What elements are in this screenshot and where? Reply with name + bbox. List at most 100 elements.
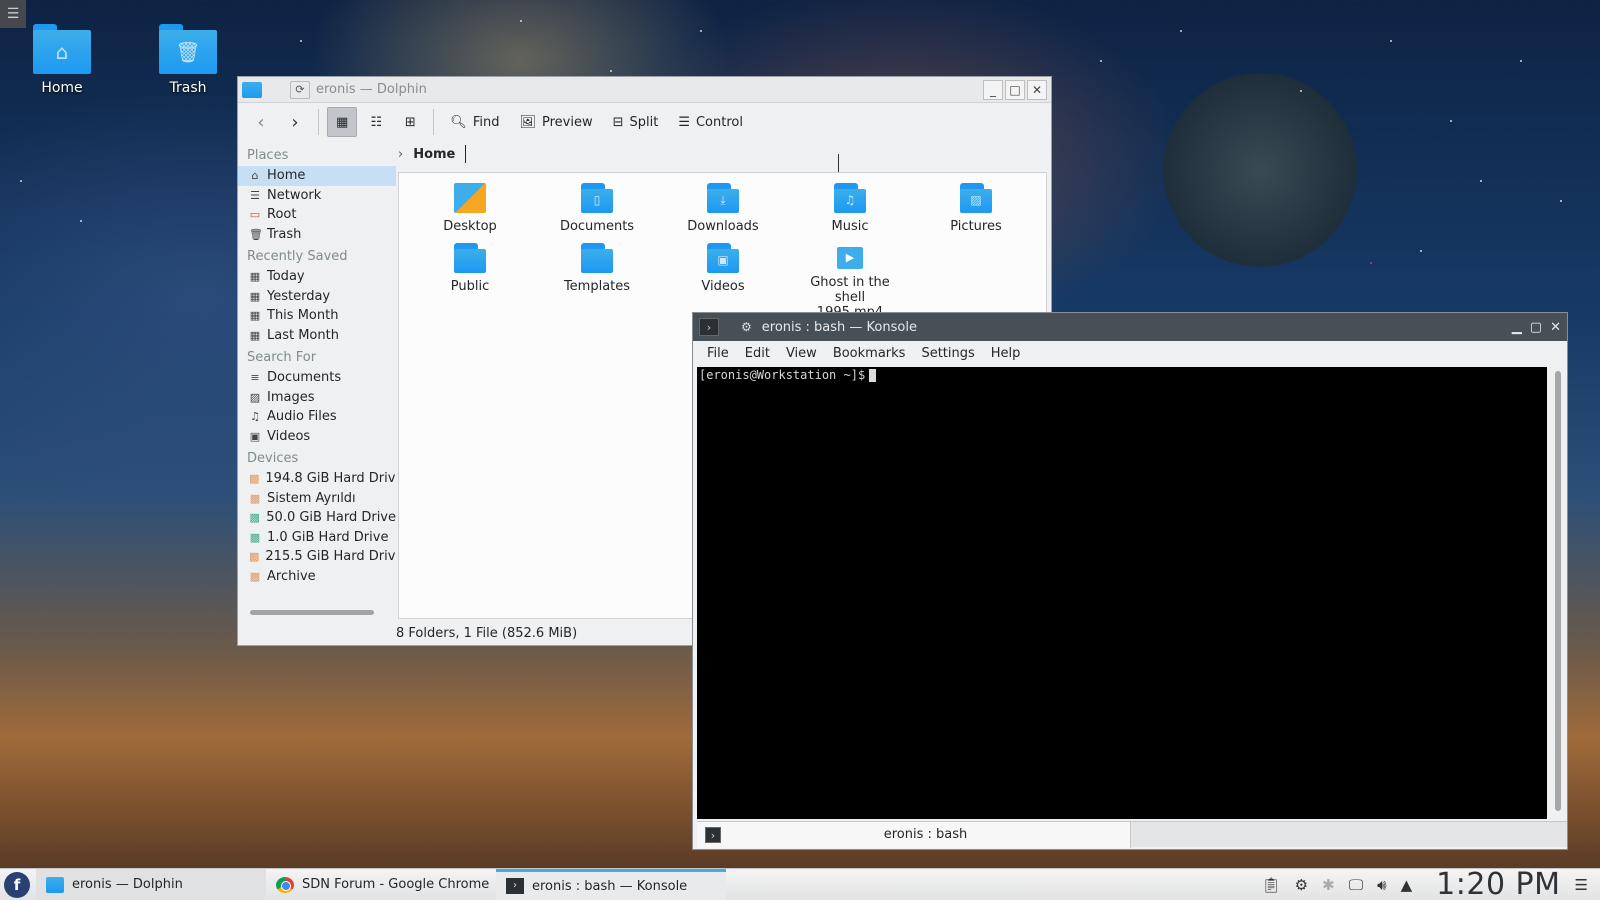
menu-file[interactable]: File xyxy=(699,346,737,361)
icons-view-button[interactable]: ▦ xyxy=(327,107,358,137)
konsole-menubar: File Edit View Bookmarks Settings Help xyxy=(693,341,1567,365)
places-scrollbar[interactable] xyxy=(250,610,374,615)
places-item-trash[interactable]: 🗑︎ Trash xyxy=(238,225,396,245)
menu-settings[interactable]: Settings xyxy=(913,346,982,361)
file-name: Music xyxy=(831,219,869,234)
dolphin-icon xyxy=(46,876,64,893)
recent-section-header: Recently Saved xyxy=(247,249,348,264)
places-panel: Places ⌂ Home ☰ Network ▭ Root 🗑︎ Trash Rece… xyxy=(238,143,396,619)
panel-menu-icon[interactable]: ☰ xyxy=(1575,876,1588,894)
application-launcher-icon[interactable]: f xyxy=(4,871,30,898)
control-button[interactable]: ☰ Control xyxy=(670,107,751,137)
search-item-documents[interactable]: ≡ Documents xyxy=(238,368,396,388)
clipboard-icon[interactable]: 📋︎ xyxy=(1262,876,1281,894)
dolphin-titlebar[interactable]: ⟳ eronis — Dolphin _ □ ✕ xyxy=(238,77,1051,103)
drive-icon: ▩ xyxy=(249,511,260,525)
konsole-icon: › xyxy=(506,878,524,894)
konsole-tab[interactable]: › eronis : bash xyxy=(697,821,1131,848)
places-item-home[interactable]: ⌂ Home xyxy=(238,166,396,186)
device-item[interactable]: ▩ 1.0 GiB Hard Drive xyxy=(238,528,396,548)
terminal-cursor xyxy=(869,368,877,382)
search-item-videos[interactable]: ▣ Videos xyxy=(238,427,396,447)
task-chrome[interactable]: SDN Forum - Google Chrome xyxy=(266,869,496,900)
places-item-network[interactable]: ☰ Network xyxy=(238,186,396,206)
search-item-images[interactable]: ▨ Images xyxy=(238,388,396,408)
recent-item-yesterday[interactable]: ▦ Yesterday xyxy=(238,287,396,307)
device-item[interactable]: ▩ 50.0 GiB Hard Drive xyxy=(238,508,396,528)
clock[interactable]: 1:20 PM xyxy=(1436,867,1560,900)
menu-help[interactable]: Help xyxy=(983,346,1029,361)
window-title: eronis : bash — Konsole xyxy=(761,319,917,335)
search-item-audio[interactable]: ♫ Audio Files xyxy=(238,407,396,427)
menu-edit[interactable]: Edit xyxy=(737,346,778,361)
desktop-icon-label: Home xyxy=(41,80,83,96)
file-item-templates[interactable]: Templates xyxy=(542,243,652,294)
file-item-pictures[interactable]: ▨ Pictures xyxy=(921,183,1031,234)
task-label: eronis : bash — Konsole xyxy=(532,878,688,894)
bluetooth-icon[interactable]: ✱ xyxy=(1322,876,1335,894)
recent-item-this-month[interactable]: ▦ This Month xyxy=(238,306,396,326)
preview-button[interactable]: 🖼︎ Preview xyxy=(511,107,600,137)
file-item-videos[interactable]: ▣ Videos xyxy=(668,243,778,294)
maximize-button[interactable]: ▢ xyxy=(1530,320,1542,335)
chevron-left-icon: ‹ xyxy=(257,111,265,133)
file-item-public[interactable]: Public xyxy=(415,243,525,294)
find-button[interactable]: 🔍︎ Find xyxy=(442,107,507,137)
task-dolphin[interactable]: eronis — Dolphin xyxy=(36,868,266,900)
updates-icon[interactable]: ⚙ xyxy=(1295,876,1308,894)
breadcrumb-home[interactable]: Home xyxy=(413,147,455,162)
file-item-downloads[interactable]: ⤓ Downloads xyxy=(668,183,778,234)
device-item[interactable]: ▩ Archive xyxy=(238,567,396,587)
keep-on-all-desktops-icon[interactable]: ⟳ xyxy=(290,80,310,99)
desktop-icon-home[interactable]: ⌂ Home xyxy=(22,24,102,96)
device-item-label: 215.5 GiB Hard Drive xyxy=(265,549,396,565)
network-icon[interactable]: 🖵 xyxy=(1349,876,1363,894)
home-icon: ⌂ xyxy=(251,169,259,183)
desktop-icon-trash[interactable]: 🗑 Trash xyxy=(148,24,228,96)
file-item-video[interactable]: ▶ Ghost in the shell 1995.mp4 xyxy=(795,247,905,320)
keep-on-all-desktops-icon[interactable]: ⚙ xyxy=(741,320,752,334)
close-button[interactable]: ✕ xyxy=(1027,79,1047,100)
status-bar: 8 Folders, 1 File (852.6 MiB) xyxy=(396,626,578,641)
back-button[interactable]: ‹ xyxy=(246,107,276,137)
konsole-titlebar[interactable]: › ⚙ eronis : bash — Konsole ▁ ▢ ✕ xyxy=(693,313,1567,341)
volume-icon[interactable]: 🔊︎ xyxy=(1377,876,1386,894)
minimize-button[interactable]: ▁ xyxy=(1512,320,1522,335)
file-item-documents[interactable]: ▯ Documents xyxy=(542,183,652,234)
breadcrumb[interactable]: › Home xyxy=(398,143,467,165)
terminal-scrollbar[interactable] xyxy=(1555,371,1561,811)
file-name: Downloads xyxy=(687,219,759,234)
downloads-folder-icon: ⤓ xyxy=(707,183,739,213)
minimize-button[interactable]: _ xyxy=(983,79,1003,100)
drive-icon: ▩ xyxy=(249,569,261,583)
compact-view-button[interactable]: ☷ xyxy=(361,107,391,137)
mouse-cursor xyxy=(838,154,840,172)
menu-view[interactable]: View xyxy=(778,346,825,361)
device-item[interactable]: ▩ 194.8 GiB Hard Drive xyxy=(238,469,396,489)
dolphin-toolbar: ‹ › ▦ ☷ ⊞ 🔍︎ Find 🖼︎ Preview ⊟ Split ☰ Contr… xyxy=(238,103,1051,141)
device-item[interactable]: ▩ 215.5 GiB Hard Drive xyxy=(238,547,396,567)
shell-prompt: [eronis@Workstation ~]$ xyxy=(699,368,866,382)
menu-bookmarks[interactable]: Bookmarks xyxy=(825,346,914,361)
terminal-area[interactable]: [eronis@Workstation ~]$ xyxy=(697,367,1547,819)
maximize-button[interactable]: □ xyxy=(1005,79,1025,100)
file-item-desktop[interactable]: Desktop xyxy=(415,183,525,234)
expand-tray-icon[interactable]: ▲ xyxy=(1401,876,1413,894)
recent-item-label: Last Month xyxy=(267,327,339,343)
terminal-icon[interactable]: › xyxy=(699,318,719,336)
places-item-root[interactable]: ▭ Root xyxy=(238,205,396,225)
split-label: Split xyxy=(629,114,659,130)
file-item-music[interactable]: ♫ Music xyxy=(795,183,905,234)
music-icon: ♫ xyxy=(250,410,260,424)
device-item[interactable]: ▩ Sistem Ayrıldı xyxy=(238,489,396,509)
task-konsole[interactable]: › eronis : bash — Konsole xyxy=(496,868,726,900)
dolphin-app-icon[interactable] xyxy=(242,81,262,98)
recent-item-last-month[interactable]: ▦ Last Month xyxy=(238,326,396,346)
recent-item-today[interactable]: ▦ Today xyxy=(238,267,396,287)
drive-icon: ▩ xyxy=(249,550,260,564)
details-view-button[interactable]: ⊞ xyxy=(395,107,425,137)
split-button[interactable]: ⊟ Split xyxy=(605,107,667,137)
image-icon: ▨ xyxy=(249,390,261,404)
close-button[interactable]: ✕ xyxy=(1550,320,1561,335)
forward-button[interactable]: › xyxy=(280,107,310,137)
